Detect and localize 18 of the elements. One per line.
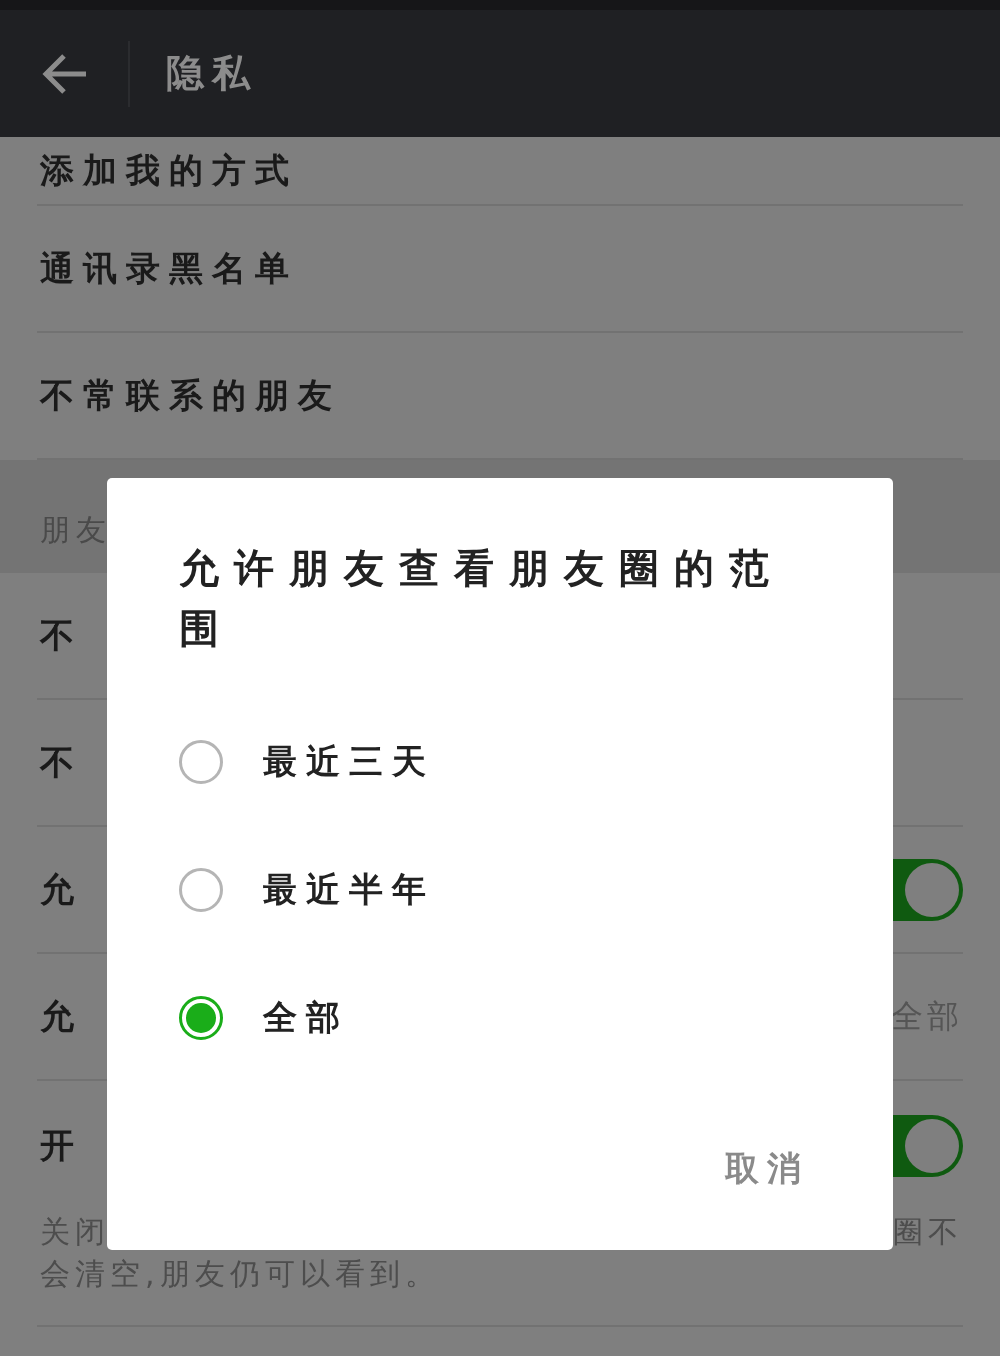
radio-button[interactable] xyxy=(179,740,223,784)
option-label[interactable]: 最近三天 xyxy=(263,739,435,785)
back-icon[interactable] xyxy=(42,52,88,95)
setting-label[interactable]: 不 xyxy=(37,612,83,659)
setting-label[interactable]: 通讯录黑名单 xyxy=(37,245,298,292)
option-label[interactable]: 最近半年 xyxy=(263,867,435,913)
setting-label[interactable]: 添加我的方式 xyxy=(37,147,298,194)
radio-button[interactable] xyxy=(179,868,223,912)
radio-button[interactable] xyxy=(179,996,223,1040)
option-label[interactable]: 全部 xyxy=(263,995,349,1041)
setting-label[interactable]: 允 xyxy=(37,866,83,913)
screen-title: 隐私 xyxy=(166,50,258,97)
cancel-button[interactable]: 取消 xyxy=(725,1146,809,1192)
setting-label[interactable]: 不常联系的朋友 xyxy=(37,372,341,419)
setting-label[interactable]: 不 xyxy=(37,739,83,786)
dialog-title: 允许朋友查看朋友圈的范围 xyxy=(179,544,785,653)
setting-label[interactable]: 允 xyxy=(37,993,83,1040)
setting-label[interactable]: 开 xyxy=(37,1123,83,1169)
